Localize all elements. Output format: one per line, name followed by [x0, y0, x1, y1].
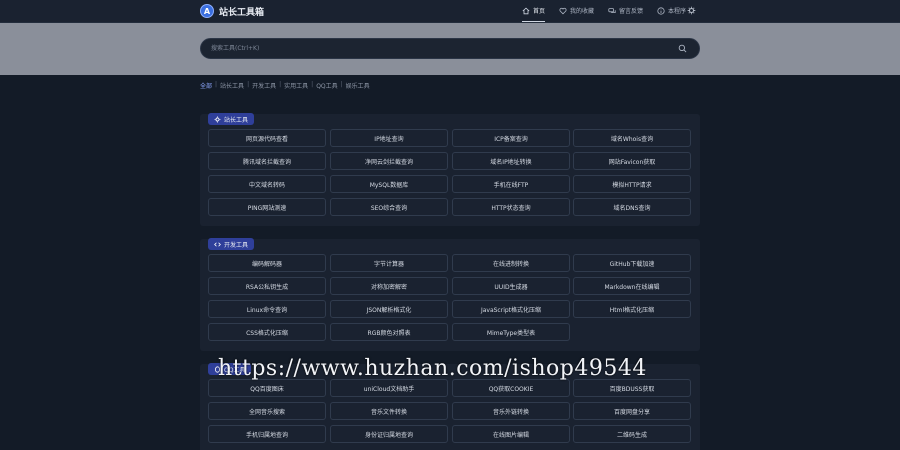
search-input[interactable] [211, 39, 651, 58]
tool-button[interactable]: uniCloud文档助手 [330, 379, 448, 397]
tool-button[interactable]: 百度BDUSS获取 [573, 379, 691, 397]
crumb-separator: | [247, 81, 250, 88]
info-icon [657, 6, 665, 15]
tool-button[interactable]: 字节计算器 [330, 254, 448, 272]
tool-button[interactable]: 对称加密解密 [330, 277, 448, 295]
top-bar: A 站长工具箱 首页 我的收藏 留言反馈 本程序 [0, 0, 900, 23]
tool-button[interactable]: CSS格式化压缩 [208, 323, 326, 341]
nav-item-feedback[interactable]: 留言反馈 [608, 6, 643, 15]
main-nav: 首页 我的收藏 留言反馈 本程序 [522, 6, 700, 22]
section-webmaster-tools: 站长工具 网页源代码查看 IP地址查询 ICP备案查询 域名Whois查询腾讯域名拦截… [200, 113, 700, 226]
tool-button[interactable]: 百度网盘分享 [573, 402, 691, 420]
home-icon [522, 7, 530, 14]
crumb-separator: | [279, 81, 282, 88]
tool-button[interactable]: UUID生成器 [452, 277, 570, 295]
tool-button[interactable]: HTTP状态查询 [452, 198, 570, 216]
tool-button[interactable]: JSON解析格式化 [330, 300, 448, 318]
crumb-dev[interactable]: 开发工具 [252, 81, 276, 90]
search-box [200, 38, 700, 59]
nav-item-about[interactable]: 本程序 [657, 6, 686, 15]
category-breadcrumb: 全部 | 站长工具 | 开发工具 | 实用工具 | QQ工具 | 娱乐工具 [200, 81, 373, 90]
nav-item-label: 本程序 [668, 8, 687, 15]
crumb-all[interactable]: 全部 [200, 81, 212, 90]
tool-button[interactable]: 音乐外链转换 [452, 402, 570, 420]
brand[interactable]: A 站长工具箱 [200, 4, 264, 18]
tool-button[interactable]: 网站Favicon获取 [573, 152, 691, 170]
tool-button[interactable]: 域名DNS查询 [573, 198, 691, 216]
nav-item-label: 首页 [533, 8, 546, 15]
tool-button[interactable]: IP地址查询 [330, 129, 448, 147]
nav-item-favorites[interactable]: 我的收藏 [559, 6, 594, 15]
nav-item-label: 我的收藏 [570, 8, 595, 15]
crumb-separator: | [340, 81, 343, 88]
tool-button[interactable]: 二维码生成 [573, 425, 691, 443]
tool-button[interactable]: MimeType类型表 [452, 323, 570, 341]
gear-icon [214, 116, 221, 122]
code-icon [214, 241, 221, 247]
nav-item-label: 留言反馈 [619, 8, 644, 15]
crumb-fun[interactable]: 娱乐工具 [346, 81, 370, 90]
search-icon[interactable] [678, 44, 687, 53]
chat-icon [608, 7, 616, 13]
tool-button[interactable]: QQ百度图床 [208, 379, 326, 397]
tool-button[interactable]: GitHub下载加速 [573, 254, 691, 272]
tool-button[interactable]: SEO综合查询 [330, 198, 448, 216]
tool-button[interactable]: 在线图片编辑 [452, 425, 570, 443]
tool-button[interactable]: 手机归属地查询 [208, 425, 326, 443]
tool-button[interactable]: 净网云剑拦截查询 [330, 152, 448, 170]
brand-name: 站长工具箱 [219, 7, 265, 18]
tool-button[interactable]: 全网音乐搜索 [208, 402, 326, 420]
tool-button[interactable]: 模拟HTTP请求 [573, 175, 691, 193]
tool-button[interactable]: 域名Whois查询 [573, 129, 691, 147]
watermark-text: https://www.huzhan.com/ishop49544 [218, 356, 647, 381]
section-title-label: 站长工具 [224, 116, 249, 124]
tool-button[interactable]: 域名IP地址转换 [452, 152, 570, 170]
tool-button[interactable]: MySQL数据库 [330, 175, 448, 193]
tool-button[interactable]: 音乐文件转换 [330, 402, 448, 420]
tool-button[interactable]: 身份证归属地查询 [330, 425, 448, 443]
section-title: 开发工具 [208, 238, 255, 250]
tool-button[interactable]: ICP备案查询 [452, 129, 570, 147]
crumb-separator: | [215, 81, 218, 88]
tool-button[interactable]: 中文域名转码 [208, 175, 326, 193]
settings-gear-icon[interactable] [687, 6, 696, 15]
tool-button[interactable]: 腾讯域名拦截查询 [208, 152, 326, 170]
hero-banner [0, 23, 900, 75]
section-title: 站长工具 [208, 113, 255, 125]
tool-button[interactable]: 编码解码器 [208, 254, 326, 272]
crumb-utility[interactable]: 实用工具 [284, 81, 308, 90]
tool-button[interactable]: RSA公私钥生成 [208, 277, 326, 295]
section-title-label: 开发工具 [224, 241, 249, 249]
crumb-separator: | [311, 81, 314, 88]
crumb-webmaster[interactable]: 站长工具 [220, 81, 244, 90]
tool-button[interactable]: 在线进制转换 [452, 254, 570, 272]
tool-button[interactable]: RGB颜色对照表 [330, 323, 448, 341]
tool-button[interactable]: PING网站测速 [208, 198, 326, 216]
nav-item-home[interactable]: 首页 [522, 6, 546, 22]
crumb-qq[interactable]: QQ工具 [316, 81, 337, 90]
heart-icon [559, 7, 567, 14]
tool-button[interactable]: Linux命令查询 [208, 300, 326, 318]
tool-button[interactable]: JavaScript格式化压缩 [452, 300, 570, 318]
section-dev-tools: 开发工具 编码解码器 字节计算器 在线进制转换 GitHub下载加速 RSA公私钥生成对… [200, 238, 700, 351]
tool-button[interactable]: Html格式化压缩 [573, 300, 691, 318]
logo-icon: A [200, 4, 214, 18]
tool-button[interactable]: 网页源代码查看 [208, 129, 326, 147]
tool-button[interactable]: QQ获取COOKIE [452, 379, 570, 397]
tool-button[interactable]: 手机在线FTP [452, 175, 570, 193]
tool-button[interactable]: Markdown在线编辑 [573, 277, 691, 295]
